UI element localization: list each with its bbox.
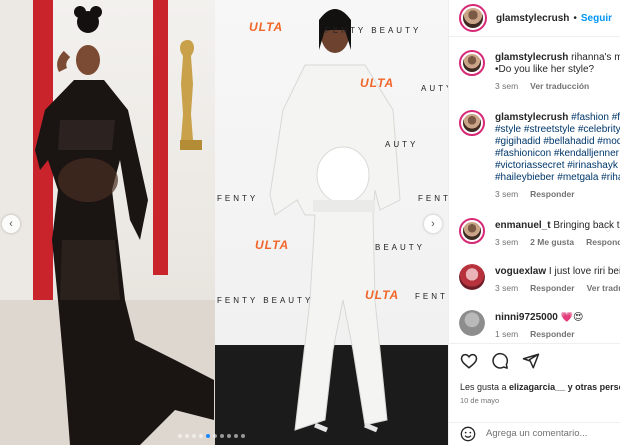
carousel-dot [234, 434, 238, 438]
author-username[interactable]: glamstylecrush [496, 13, 569, 24]
sponsor-text-2: AUTY [421, 84, 448, 93]
ulta-logo-1: ULTA [249, 20, 284, 34]
comment-avatar[interactable] [459, 310, 485, 336]
sponsor-text-1: FENTY BEAUTY [325, 26, 422, 35]
post-sidebar: glamstylecrush • Seguir glamstylecrush r… [448, 0, 620, 445]
comment-likes[interactable]: 2 Me gusta [530, 237, 574, 247]
comment-username[interactable]: ninni9725000 [495, 312, 558, 323]
carousel-indicator [178, 434, 245, 438]
emoji-icon[interactable] [460, 426, 476, 442]
hashtag-line-4[interactable]: #fashionicon #kendalljenner # [495, 148, 620, 160]
sponsor-text-8: FENTY [415, 292, 448, 301]
caption-text: rihanna's maternity style [571, 52, 620, 63]
author-avatar[interactable] [459, 4, 487, 32]
comment-text: 💗😍 [557, 312, 584, 323]
separator-dot: • [573, 12, 577, 24]
chevron-right-icon: › [431, 218, 435, 230]
follow-button[interactable]: Seguir [581, 13, 612, 24]
sponsor-text-5: FENTY [418, 194, 448, 203]
heart-icon[interactable] [460, 352, 478, 370]
sponsor-text-4: FENTY [217, 194, 259, 203]
comment-avatar[interactable] [459, 218, 485, 244]
ulta-logo-4: ULTA [365, 288, 400, 302]
chevron-left-icon: ‹ [9, 218, 13, 230]
comment-avatar[interactable] [459, 264, 485, 290]
carousel-dot [185, 434, 189, 438]
hashtag-comment-username[interactable]: glamstylecrush [495, 112, 568, 123]
post-date: 10 de mayo [460, 396, 500, 405]
hashtag-comment-reply-button[interactable]: Responder [530, 189, 574, 199]
comment-time[interactable]: 1 sem [495, 329, 518, 339]
photo-rihanna-black-dress [0, 0, 215, 445]
comment-like-heart-icon[interactable]: ♡ [604, 224, 612, 235]
post-header: glamstylecrush • Seguir [449, 0, 620, 37]
comment-reply-button[interactable]: Responder [586, 237, 620, 247]
comments-list[interactable]: glamstylecrush rihanna's maternity style… [449, 38, 620, 343]
hashtag-line-5[interactable]: #victoriassecret #irinashayk # [495, 160, 620, 172]
sponsor-text-7: FENTY BEAUTY [217, 296, 314, 305]
comment-time[interactable]: 3 sem [495, 283, 518, 293]
hashtag-comment-time[interactable]: 3 sem [495, 189, 518, 199]
comment-reply-button[interactable]: Responder [530, 283, 574, 293]
comment-text: I just love riri being [548, 266, 620, 277]
comment-input[interactable] [486, 428, 616, 439]
likes-summary[interactable]: Les gusta a elizagarcia__ y otras person… [460, 382, 620, 392]
comment-time[interactable]: 3 sem [495, 237, 518, 247]
photo-right-illustration [215, 9, 448, 445]
hashtag-comment-avatar[interactable] [459, 110, 485, 136]
post-actions: Les gusta a elizagarcia__ y otras person… [449, 343, 620, 443]
caption-line-2: •Do you like her style? [495, 64, 595, 75]
photo-rihanna-white-outfit: ULTA FENTY BEAUTY ULTA AUTY AUTY FENTY F… [215, 0, 448, 445]
comment-username[interactable]: enmanuel_t [495, 220, 551, 231]
sponsor-text-6: BEAUTY [375, 243, 426, 252]
comment-reply-button[interactable]: Responder [530, 329, 574, 339]
carousel-dot [227, 434, 231, 438]
likes-prefix: Les gusta a [460, 382, 510, 392]
likes-user[interactable]: elizagarcia__ [509, 382, 565, 392]
sponsor-text-3: AUTY [385, 140, 419, 149]
caption-username[interactable]: glamstylecrush [495, 52, 568, 63]
caption-time[interactable]: 3 sem [495, 81, 518, 91]
ulta-logo-2: ULTA [360, 76, 395, 90]
hashtag-line-2[interactable]: #style #streetstyle #celebrity [495, 124, 620, 136]
photo-left-illustration [0, 0, 215, 445]
hashtag-line-1[interactable]: #fashion #fashionista [571, 112, 620, 123]
share-icon[interactable] [522, 352, 540, 370]
add-comment-bar [449, 422, 620, 444]
carousel-dot [206, 434, 210, 438]
carousel-dot [220, 434, 224, 438]
carousel-dot [199, 434, 203, 438]
carousel-dot [178, 434, 182, 438]
carousel-dot [213, 434, 217, 438]
ulta-logo-3: ULTA [255, 238, 290, 252]
hashtag-line-6[interactable]: #haileybieber #metgala #rihanna [495, 172, 620, 184]
post-media[interactable]: ULTA FENTY BEAUTY ULTA AUTY AUTY FENTY F… [0, 0, 448, 445]
carousel-prev-button[interactable]: ‹ [2, 215, 20, 233]
caption-translate-button[interactable]: Ver traducción [530, 81, 589, 91]
comment-translate-button[interactable]: Ver traducción [587, 283, 620, 293]
carousel-dot [241, 434, 245, 438]
carousel-next-button[interactable]: › [424, 215, 442, 233]
likes-suffix[interactable]: y otras personas [565, 382, 620, 392]
comment-username[interactable]: voguexlaw [495, 266, 546, 277]
carousel-dot [192, 434, 196, 438]
caption-avatar[interactable] [459, 50, 485, 76]
hashtag-line-3[interactable]: #gigihadid #bellahadid #model [495, 136, 620, 148]
comment-icon[interactable] [491, 352, 509, 370]
